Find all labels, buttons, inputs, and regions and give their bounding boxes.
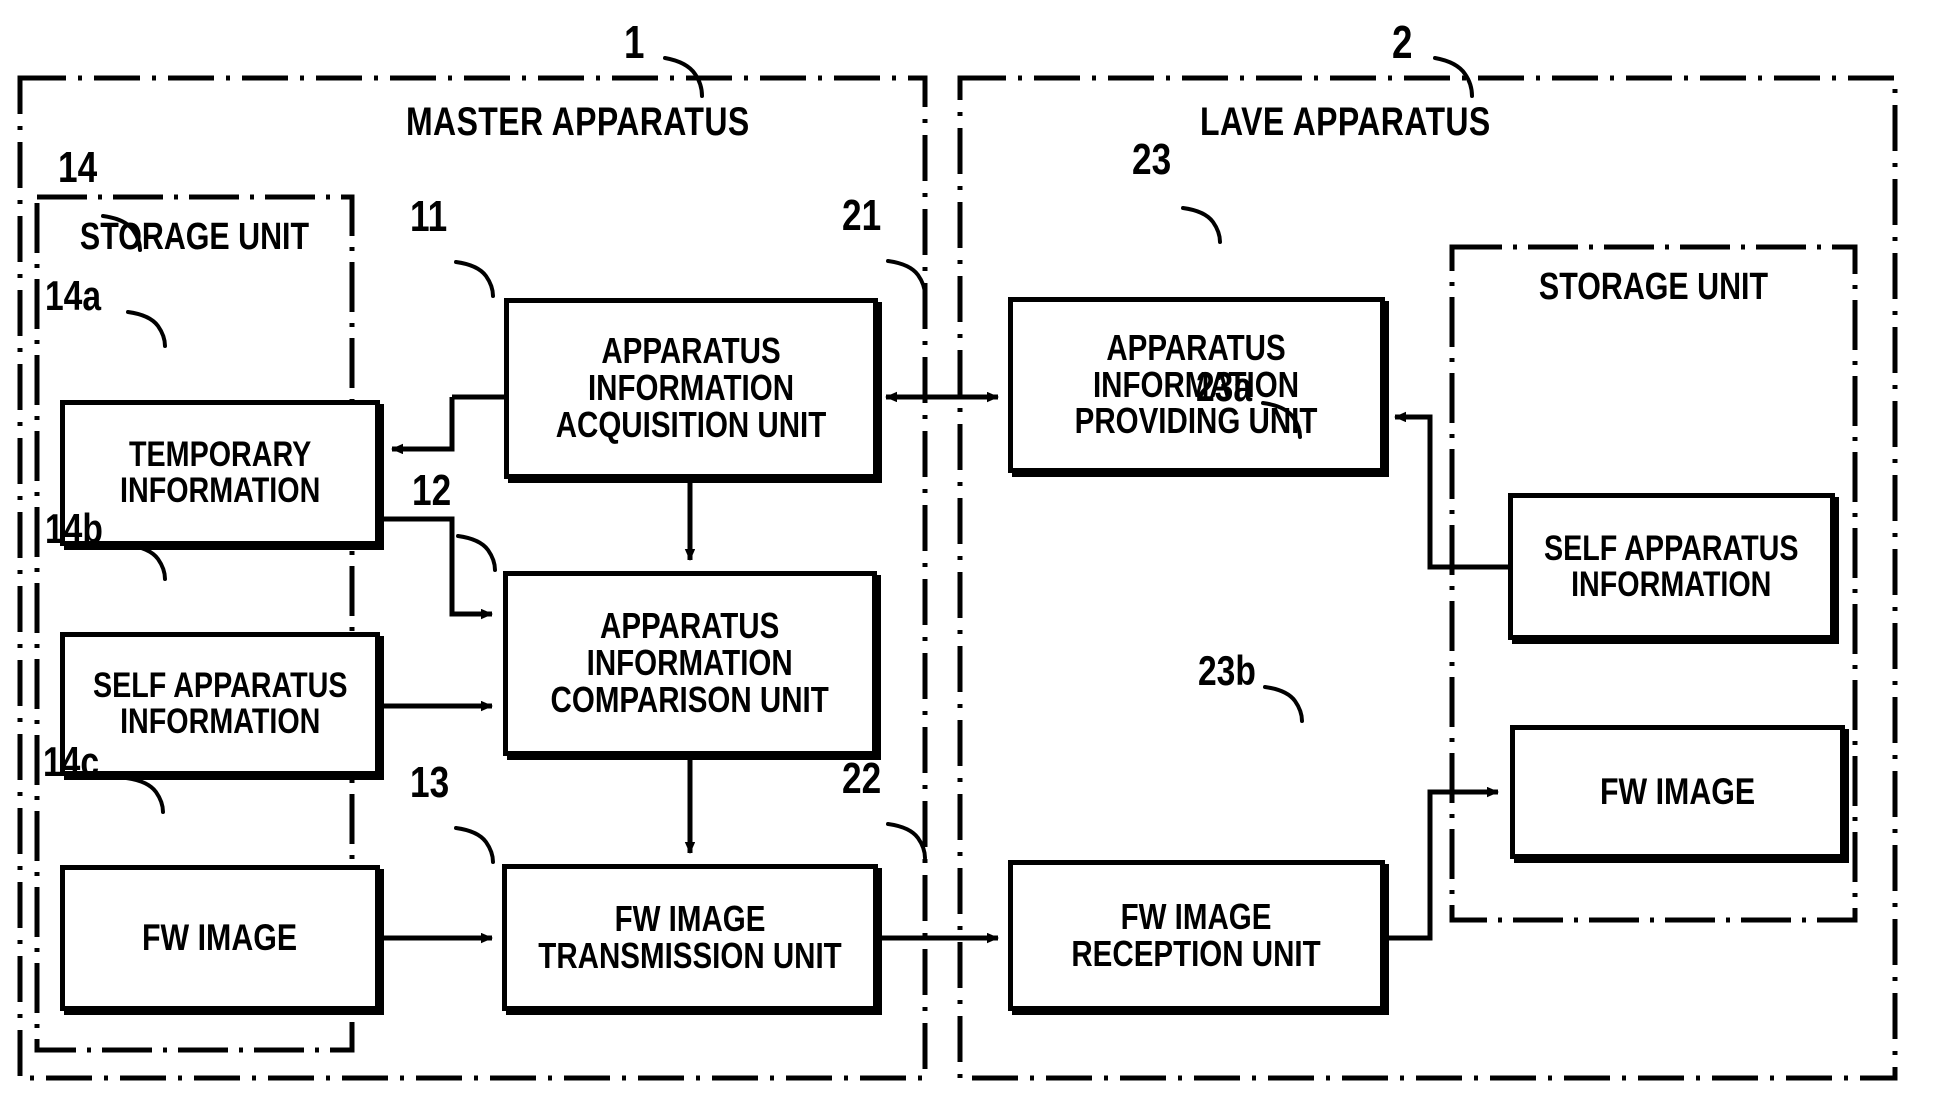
block-14c-line1: FW IMAGE (142, 917, 298, 959)
block-fw-image-slave[interactable]: FW IMAGE (1510, 725, 1845, 859)
leader-14a (126, 310, 167, 348)
master-apparatus-title: MASTER APPARATUS (406, 100, 750, 144)
figure-canvas: MASTER APPARATUS LAVE APPARATUS 1 2 14 1… (0, 0, 1954, 1119)
ref-23b: 23b (1198, 647, 1256, 694)
leader-23 (1181, 206, 1222, 244)
block-temporary-information[interactable]: TEMPORARY INFORMATION (60, 400, 380, 546)
ref-13: 13 (410, 758, 450, 807)
link-14a-to-12 (380, 516, 493, 620)
block-fw-image-master[interactable]: FW IMAGE (60, 865, 380, 1011)
ref-1: 1 (624, 16, 645, 68)
block-14a-line1: TEMPORARY (128, 435, 312, 475)
block-23a-line2: INFORMATION (1571, 564, 1772, 604)
leader-2 (1433, 56, 1474, 98)
ref-14a: 14a (45, 272, 102, 319)
link-11-to-14a (391, 397, 455, 455)
block-22-line2: RECEPTION UNIT (1071, 932, 1322, 974)
ref-12: 12 (412, 466, 452, 515)
block-self-apparatus-information-master[interactable]: SELF APPARATUS INFORMATION (60, 632, 380, 776)
leader-21 (886, 259, 927, 297)
leader-14c (124, 776, 165, 814)
block-21-line1: APPARATUS (1106, 326, 1287, 368)
leader-22 (886, 822, 927, 860)
block-14a-line2: INFORMATION (119, 471, 321, 510)
block-13-line1: FW IMAGE (614, 897, 766, 939)
ref-14: 14 (58, 143, 98, 192)
ref-23: 23 (1132, 135, 1172, 184)
leader-23b (1263, 685, 1304, 723)
block-11-line3: ACQUISITION UNIT (555, 403, 827, 445)
block-14b-line1: SELF APPARATUS (92, 666, 348, 706)
master-storage-unit-title: STORAGE UNIT (79, 216, 310, 258)
block-13-line2: TRANSMISSION UNIT (538, 934, 842, 976)
block-apparatus-information-comparison-unit[interactable]: APPARATUS INFORMATION COMPARISON UNIT (503, 571, 877, 756)
ref-21: 21 (842, 191, 882, 240)
leader-1 (663, 56, 704, 98)
block-11-line2: INFORMATION (587, 367, 795, 409)
block-12-line1: APPARATUS (600, 605, 780, 647)
leader-11 (454, 260, 495, 298)
ref-11: 11 (410, 192, 448, 241)
block-fw-image-reception-unit[interactable]: FW IMAGE RECEPTION UNIT (1008, 860, 1385, 1011)
block-apparatus-information-acquisition-unit[interactable]: APPARATUS INFORMATION ACQUISITION UNIT (504, 298, 878, 479)
ref-22: 22 (842, 754, 882, 803)
ref-14b: 14b (45, 505, 103, 552)
block-22-line1: FW IMAGE (1121, 895, 1272, 937)
block-23b-line1: FW IMAGE (1599, 771, 1756, 813)
block-14b-line2: INFORMATION (119, 702, 321, 741)
leader-14b (126, 543, 167, 581)
link-23a-to-21 (1394, 411, 1508, 570)
block-self-apparatus-information-slave[interactable]: SELF APPARATUS INFORMATION (1508, 493, 1835, 640)
ref-23a: 23a (1196, 363, 1253, 410)
ref-14c: 14c (43, 738, 100, 785)
slave-apparatus-title: LAVE APPARATUS (1200, 100, 1491, 144)
leader-13 (454, 826, 495, 864)
leader-12 (456, 534, 497, 572)
slave-storage-unit-title: STORAGE UNIT (1538, 266, 1769, 308)
block-11-line1: APPARATUS (601, 330, 781, 372)
block-12-line2: INFORMATION (586, 642, 794, 684)
block-fw-image-transmission-unit[interactable]: FW IMAGE TRANSMISSION UNIT (502, 864, 878, 1011)
ref-2: 2 (1392, 16, 1413, 68)
link-22-to-23b (1385, 786, 1499, 941)
block-23a-line1: SELF APPARATUS (1544, 528, 1799, 568)
block-12-line3: COMPARISON UNIT (550, 678, 830, 720)
